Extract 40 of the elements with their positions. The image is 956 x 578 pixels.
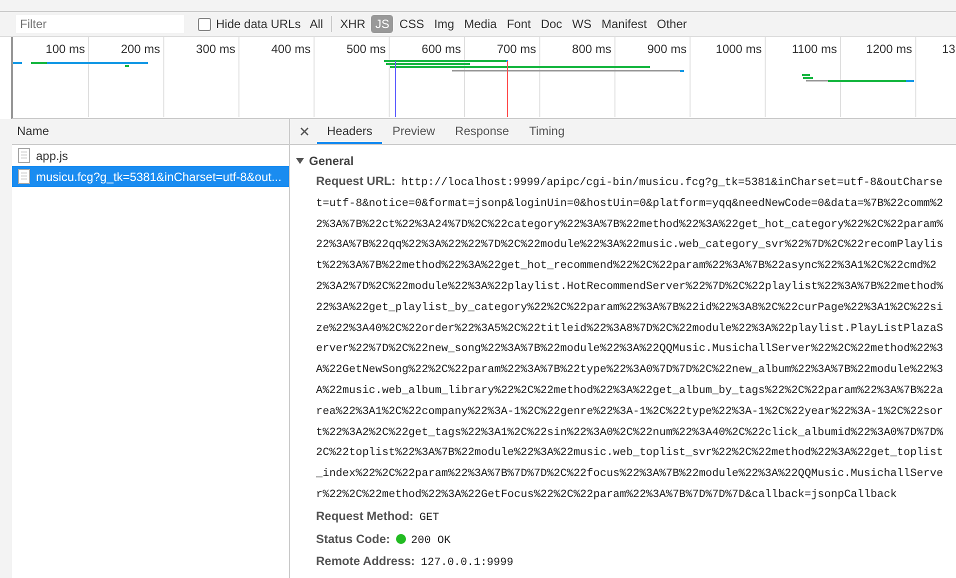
tick-label: 800 ms xyxy=(572,42,612,56)
type-filter-button[interactable]: Font xyxy=(502,15,535,33)
details-tab[interactable]: Timing xyxy=(519,119,575,144)
tick-label: 1200 ms xyxy=(866,42,912,56)
details-tab[interactable]: Headers xyxy=(317,119,382,144)
type-filter-button[interactable]: All xyxy=(306,15,328,33)
header-field: Remote Address: 127.0.0.1:9999 xyxy=(316,551,948,574)
tick-label: 13 xyxy=(942,42,956,56)
details-tab[interactable]: Response xyxy=(445,119,520,144)
filter-field[interactable]: Filter xyxy=(16,15,184,33)
name-column-header[interactable]: Name xyxy=(12,119,289,145)
field-value: 200 OK xyxy=(411,534,451,547)
request-row[interactable]: app.js xyxy=(12,145,289,166)
tick-label: 700 ms xyxy=(496,42,536,56)
type-filter-button[interactable]: WS xyxy=(568,15,596,33)
type-filter-button[interactable]: Media xyxy=(460,15,501,33)
header-field: Request Method: GET xyxy=(316,506,948,529)
header-field: Request URL: http://localhost:9999/apipc/cgi-bin/musicu.fcg?g_tk=5381&inCharset=utf-8&outCharset=utf-8&notice=0&format=jsonp&loginUin=0&hostUin=0&platform=yqq&needNewCode=0&data=%7B%22comm%22%3A%7B%22ct%22%3A24%7D%2C%22category%22%3A%7B%22method%22%3A%22get_hot_category%22%2C%22param%22%3A%7B%22qq%22%3A%22%22%7D%2C%22module%22%3A%22music.web_category_svr%22%7D%2C%22recomPlaylist%22%3A%7B%22method%22%3A%22get_hot_recommend%22%2C%22param%22%3A%7B%22async%22%3A1%2C%22cmd%22%3A2%7D%2C%22module%22%3A%22playlist.HotRecommendServer%22%7D%2C%22playlist%22%3A%7B%22method%22%3A%22get_playlist_by_category%22%2C%22param%22%3A%7B%22id%22%3A8%2C%22curPage%22%3A1%2C%22size%22%3A40%2C%22order%22%3A5%2C%22titleid%22%3A8%7D%2C%22module%22%3A%22playlist.PlayListPlazaServer%22%7D%2C%22new_song%22%3A%7B%22module%22%3A%22QQMusic.MusichallServer%22%2C%22method%22%3A%22GetNewSong%22%2C%22param%22%3A%7B%22type%22%3A0%7D%7D%2C%22new_album%22%3A%7B%22module%22%3A%22music.web_album_library%22%2C%22method%22%3A%22get_album_by_tags%22%2C%22param%22%3A%7B%22area%22%3A1%2C%22company%22%3A-1%2C%22genre%22%3A-1%2C%22type%22%3A-1%2C%22year%22%3A-1%2C%22sort%22%3A2%2C%22get_tags%22%3A1%2C%22sin%22%3A0%2C%22num%22%3A40%2C%22click_albumid%22%3A0%7D%7D%2C%22toplist%22%3A%7B%22module%22%3A%22music.web_toplist_svr%22%2C%22method%22%3A%22get_toplist_index%22%2C%22param%22%3A%7B%7D%7D%2C%22focus%22%3A%7B%22module%22%3A%22QQMusic.MusichallServer%22%2C%22method%22%3A%22GetFocus%22%2C%22param%22%3A%7B%7D%7D%7D&callback=jsonpCallback xyxy=(316,171,948,506)
hide-data-urls-checkbox[interactable]: Hide data URLs xyxy=(198,17,301,31)
tick-label: 1100 ms xyxy=(792,42,837,56)
type-filter-button[interactable]: Other xyxy=(652,15,691,33)
type-filter-button[interactable]: Manifest xyxy=(598,15,651,33)
triangle-icon xyxy=(296,157,305,165)
tick-label: 200 ms xyxy=(120,42,160,56)
file-icon xyxy=(18,169,30,184)
type-filter-button[interactable]: CSS xyxy=(395,15,428,33)
tick-label: 500 ms xyxy=(346,42,386,56)
tick-label: 1000 ms xyxy=(716,42,762,56)
type-filter-button[interactable]: XHR xyxy=(336,15,370,33)
file-icon xyxy=(18,148,30,163)
tick-label: 900 ms xyxy=(647,42,687,56)
type-filter-button[interactable]: Img xyxy=(430,15,458,33)
tick-label: 400 ms xyxy=(271,42,311,56)
tick-label: 600 ms xyxy=(422,42,461,56)
tick-label: 100 ms xyxy=(46,42,85,56)
general-section-header[interactable]: General xyxy=(296,151,956,171)
type-filter-button[interactable]: Doc xyxy=(536,15,566,33)
details-tab[interactable]: Preview xyxy=(382,119,446,144)
field-label: Status Code: xyxy=(316,532,390,546)
tick-label: 300 ms xyxy=(196,42,236,56)
